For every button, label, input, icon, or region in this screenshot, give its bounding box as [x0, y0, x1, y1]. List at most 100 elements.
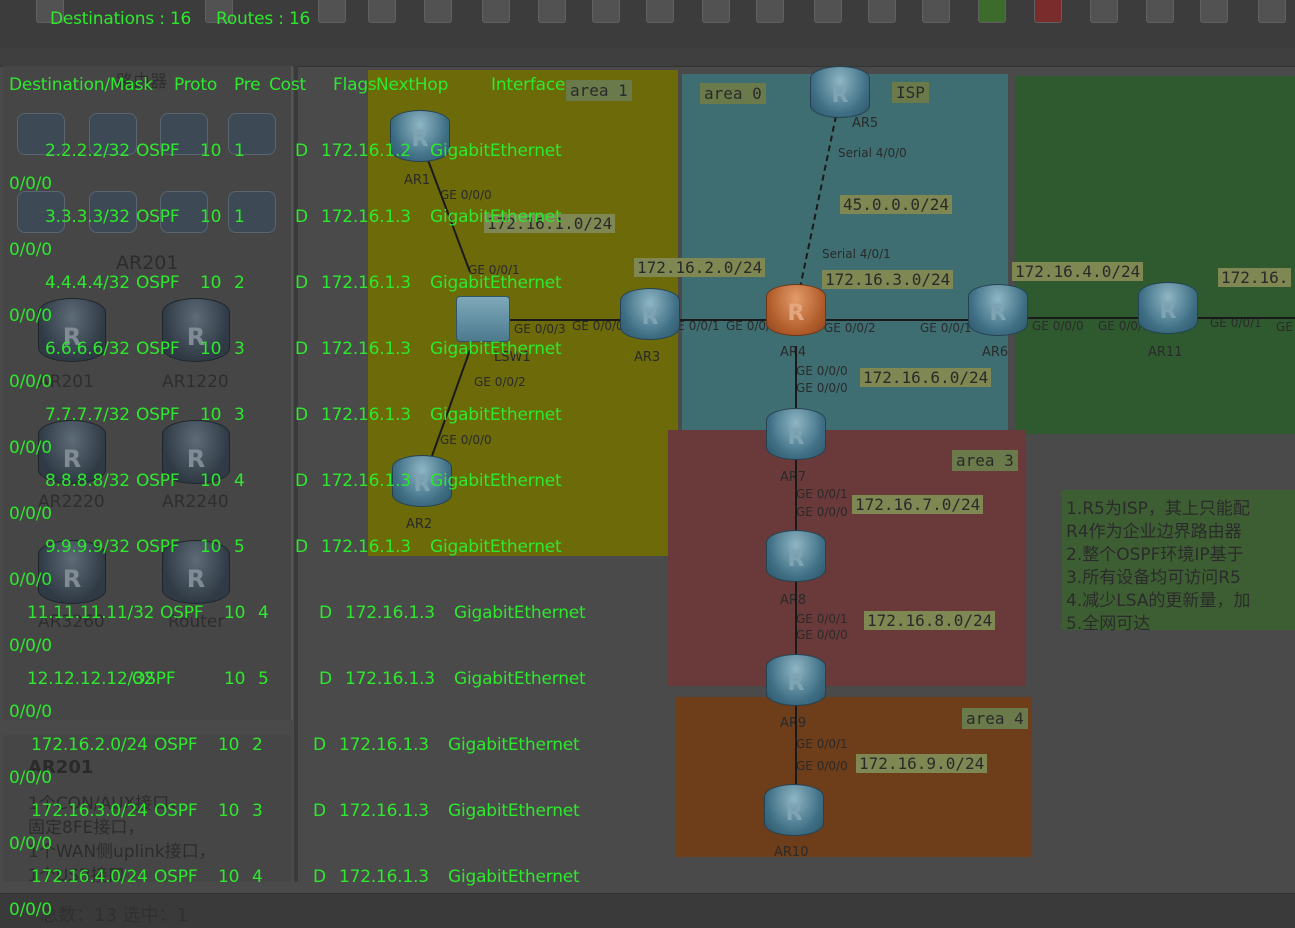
- route-cell-dest: 172.16.4.0/24: [31, 867, 148, 887]
- route-cell-flags: D: [313, 867, 326, 887]
- toolbar-save-icon[interactable]: [318, 0, 346, 23]
- router-ar10-node[interactable]: [764, 784, 824, 836]
- destinations-count: Destinations : 16: [50, 9, 192, 29]
- route-cell-dest: 4.4.4.4/32: [45, 273, 130, 293]
- route-cell-cost: 2: [252, 735, 263, 755]
- toolbar-topology-icon[interactable]: [1146, 0, 1174, 23]
- toolbar-select-icon[interactable]: [482, 0, 510, 23]
- port-label: GE 0/0/2: [474, 375, 526, 389]
- route-cell-nexthop: 172.16.1.3: [321, 339, 411, 359]
- route-cell-iface-cont: 0/0/0: [9, 702, 52, 722]
- switch-lsw1-node[interactable]: [456, 296, 510, 342]
- route-cell-proto: OSPF: [136, 405, 180, 425]
- route-cell-iface: GigabitEthernet: [430, 339, 562, 359]
- route-cell-dest: 172.16.2.0/24: [31, 735, 148, 755]
- toolbar-text-icon[interactable]: [702, 0, 730, 23]
- route-cell-flags: D: [295, 537, 308, 557]
- router-ar3-node[interactable]: [620, 288, 680, 340]
- toolbar-capture-icon[interactable]: [1090, 0, 1118, 23]
- router-ar9-node[interactable]: [766, 654, 826, 706]
- route-cell-iface: GigabitEthernet: [430, 141, 562, 161]
- route-cell-iface: GigabitEthernet: [454, 603, 586, 623]
- node-label: AR4: [780, 345, 807, 360]
- toolbar-undo-icon[interactable]: [368, 0, 396, 23]
- router-name: AR2240: [162, 492, 229, 512]
- router-ar11-node[interactable]: [1138, 282, 1198, 334]
- router-ar4-node[interactable]: [766, 284, 826, 336]
- toolbar-redo-icon[interactable]: [424, 0, 452, 23]
- note-line: 1.R5为ISP，其上只能配: [1066, 499, 1250, 519]
- route-cell-nexthop: 172.16.1.3: [321, 537, 411, 557]
- device-category-label: AR201: [116, 252, 179, 274]
- route-cell-nexthop: 172.16.1.3: [321, 207, 411, 227]
- route-cell-nexthop: 172.16.1.3: [321, 273, 411, 293]
- network-label: 172.16.4.0/24: [1012, 262, 1144, 281]
- route-cell-flags: D: [295, 405, 308, 425]
- toolbar-start-icon[interactable]: [978, 0, 1006, 23]
- toolbar-stop-icon[interactable]: [1034, 0, 1062, 23]
- route-cell-cost: 3: [234, 405, 245, 425]
- node-label: AR7: [780, 470, 807, 485]
- note-line: 2.整个OSPF环境IP基于: [1066, 545, 1244, 565]
- route-cell-proto: OSPF: [160, 603, 204, 623]
- route-cell-iface: GigabitEthernet: [454, 669, 586, 689]
- route-cell-pre: 10: [224, 669, 246, 689]
- route-cell-proto: OSPF: [154, 801, 198, 821]
- route-cell-iface-cont: 0/0/0: [9, 900, 52, 920]
- route-cell-flags: D: [313, 801, 326, 821]
- route-cell-nexthop: 172.16.1.3: [321, 405, 411, 425]
- route-cell-dest: 3.3.3.3/32: [45, 207, 130, 227]
- route-cell-cost: 1: [234, 207, 245, 227]
- router-ar5-node[interactable]: [810, 66, 870, 118]
- area-label: ISP: [892, 82, 929, 103]
- col-header-nexthop: NextHop: [376, 75, 449, 95]
- network-label: 172.16.7.0/24: [852, 495, 984, 514]
- toolbar-hand-icon[interactable]: [538, 0, 566, 23]
- route-cell-proto: OSPF: [136, 273, 180, 293]
- route-cell-iface-cont: 0/0/0: [9, 834, 52, 854]
- port-label: GE 0/0/1: [796, 612, 848, 626]
- green-area-region[interactable]: [1015, 76, 1295, 434]
- router-ar8-node[interactable]: [766, 530, 826, 582]
- device-info-line: 1个WAN侧uplink接口，: [28, 842, 216, 862]
- route-cell-iface: GigabitEthernet: [430, 471, 562, 491]
- area-label: area 4: [962, 708, 1028, 729]
- note-line: 3.所有设备均可访问R5: [1066, 568, 1241, 588]
- route-cell-nexthop: 172.16.1.3: [321, 471, 411, 491]
- route-cell-dest: 7.7.7.7/32: [45, 405, 130, 425]
- area-label: area 0: [700, 83, 766, 104]
- route-cell-iface: GigabitEthernet: [430, 207, 562, 227]
- col-header-cost: Cost: [269, 75, 306, 95]
- toolbar-delete-icon[interactable]: [592, 0, 620, 23]
- route-cell-pre: 10: [218, 867, 240, 887]
- route-cell-proto: OSPF: [132, 669, 176, 689]
- toolbar-terminal-icon[interactable]: [1258, 0, 1286, 23]
- route-cell-flags: D: [295, 273, 308, 293]
- toolbar-zoom-in-icon[interactable]: [814, 0, 842, 23]
- route-cell-proto: OSPF: [136, 471, 180, 491]
- toolbar-delete-link-icon[interactable]: [646, 0, 674, 23]
- route-cell-pre: 10: [200, 141, 222, 161]
- route-cell-iface-cont: 0/0/0: [9, 372, 52, 392]
- network-label: 172.16.6.0/24: [860, 368, 992, 387]
- router-name: AR1220: [162, 372, 229, 392]
- port-label: GE 0/0/0: [796, 628, 848, 642]
- toolbar-grid-icon[interactable]: [1200, 0, 1228, 23]
- port-label: GE 0/0/3: [514, 322, 566, 336]
- route-cell-flags: D: [313, 735, 326, 755]
- router-ar6-node[interactable]: [968, 284, 1028, 336]
- toolbar-fit-icon[interactable]: [922, 0, 950, 23]
- route-cell-nexthop: 172.16.1.3: [339, 735, 429, 755]
- route-cell-iface: GigabitEthernet: [448, 735, 580, 755]
- router-ar7-node[interactable]: [766, 408, 826, 460]
- route-cell-proto: OSPF: [136, 141, 180, 161]
- route-cell-dest: 11.11.11.11/32: [27, 603, 155, 623]
- node-label: AR11: [1148, 345, 1183, 360]
- toolbar-zoom-out-icon[interactable]: [868, 0, 896, 23]
- port-label: GE 0/0/1: [796, 737, 848, 751]
- toolbar-palette-icon[interactable]: [756, 0, 784, 23]
- route-cell-iface: GigabitEthernet: [430, 273, 562, 293]
- port-label: Serial 4/0/0: [838, 146, 907, 160]
- route-cell-pre: 10: [200, 207, 222, 227]
- port-label: GE 0/0/0: [572, 319, 624, 333]
